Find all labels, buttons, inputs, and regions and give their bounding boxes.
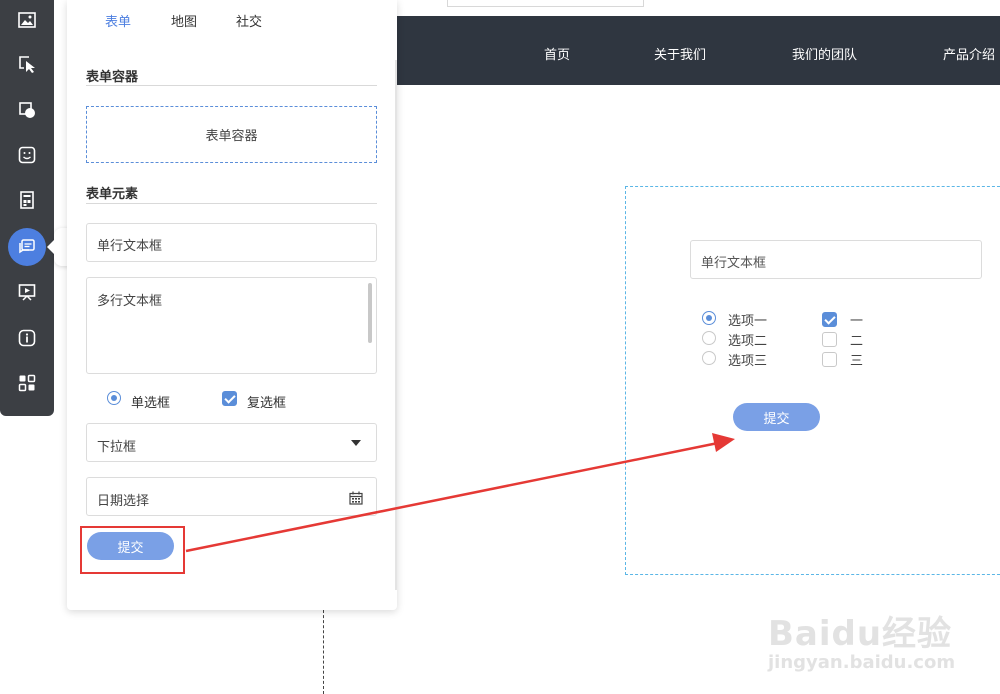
watermark-url: jingyan.baidu.com <box>768 652 956 673</box>
preview-radio-label-2: 选项二 <box>728 334 768 349</box>
single-line-text-element[interactable]: 单行文本框 <box>86 223 377 262</box>
calculator-icon[interactable] <box>9 182 45 218</box>
preview-submit-button[interactable]: 提交 <box>733 403 820 431</box>
preview-radio-1[interactable] <box>702 311 716 325</box>
section-divider <box>86 203 377 204</box>
components-panel: 表单 地图 社交 表单容器 表单容器 表单元素 单行文本框 多行文本框 单选框 … <box>67 0 397 610</box>
chat-interact-icon[interactable] <box>8 228 46 266</box>
preview-checkbox-3[interactable] <box>822 352 837 367</box>
presentation-icon[interactable] <box>9 274 45 310</box>
preview-checkbox-2[interactable] <box>822 332 837 347</box>
caret-down-icon <box>351 440 361 446</box>
date-picker-element[interactable]: 日期选择 <box>86 477 377 516</box>
shapes-icon[interactable] <box>9 92 45 128</box>
red-highlight-box <box>80 526 185 574</box>
nav-item-team[interactable]: 我们的团队 <box>792 44 857 63</box>
info-icon[interactable] <box>9 320 45 356</box>
preview-radio-2[interactable] <box>702 331 716 345</box>
radio-element-icon[interactable] <box>107 391 121 405</box>
nav-item-home[interactable]: 首页 <box>544 44 570 63</box>
preview-checkbox-1[interactable] <box>822 312 837 327</box>
panel-scrollbar[interactable] <box>395 60 397 590</box>
site-nav-bar: 首页 关于我们 我们的团队 产品介绍 <box>396 16 1000 85</box>
form-container-element[interactable]: 表单容器 <box>86 106 377 163</box>
textarea-scrollbar[interactable] <box>368 283 372 343</box>
checkbox-element-label[interactable]: 复选框 <box>247 392 286 411</box>
preview-radio-label-1: 选项一 <box>728 314 768 329</box>
radio-element-label[interactable]: 单选框 <box>131 392 170 411</box>
left-toolbar <box>0 0 54 416</box>
multi-line-text-label: 多行文本框 <box>97 294 163 309</box>
preview-checkbox-label-1: 一 <box>850 314 864 329</box>
emoji-icon[interactable] <box>9 137 45 173</box>
dropdown-element[interactable]: 下拉框 <box>86 423 377 462</box>
baidu-watermark: Baidu经验 jingyan.baidu.com <box>768 590 998 690</box>
site-top-input[interactable] <box>447 0 644 7</box>
date-picker-label: 日期选择 <box>97 494 150 509</box>
section-title-container: 表单容器 <box>86 70 139 85</box>
tab-form[interactable]: 表单 <box>105 11 131 30</box>
nav-item-about[interactable]: 关于我们 <box>654 44 706 63</box>
preview-radio-label-3: 选项三 <box>728 354 768 369</box>
preview-checkbox-label-3: 三 <box>850 354 864 369</box>
checkbox-element-icon[interactable] <box>222 391 237 406</box>
grid-apps-icon[interactable] <box>9 365 45 401</box>
preview-checkbox-label-2: 二 <box>850 334 864 349</box>
guide-line <box>323 605 324 694</box>
nav-item-products[interactable]: 产品介绍 <box>943 44 995 63</box>
preview-text-input[interactable]: 单行文本框 <box>690 240 982 279</box>
section-title-elements: 表单元素 <box>86 187 139 202</box>
multi-line-text-element[interactable]: 多行文本框 <box>86 277 377 374</box>
watermark-brand: Baidu经验 <box>768 614 953 654</box>
calendar-icon <box>349 491 363 505</box>
single-line-text-label: 单行文本框 <box>97 239 163 254</box>
section-divider <box>86 85 377 86</box>
preview-radio-3[interactable] <box>702 351 716 365</box>
tab-social[interactable]: 社交 <box>236 11 262 30</box>
image-icon[interactable] <box>9 2 45 38</box>
tab-map[interactable]: 地图 <box>171 11 197 30</box>
dropdown-label: 下拉框 <box>97 440 137 455</box>
cursor-select-icon[interactable] <box>9 46 45 82</box>
